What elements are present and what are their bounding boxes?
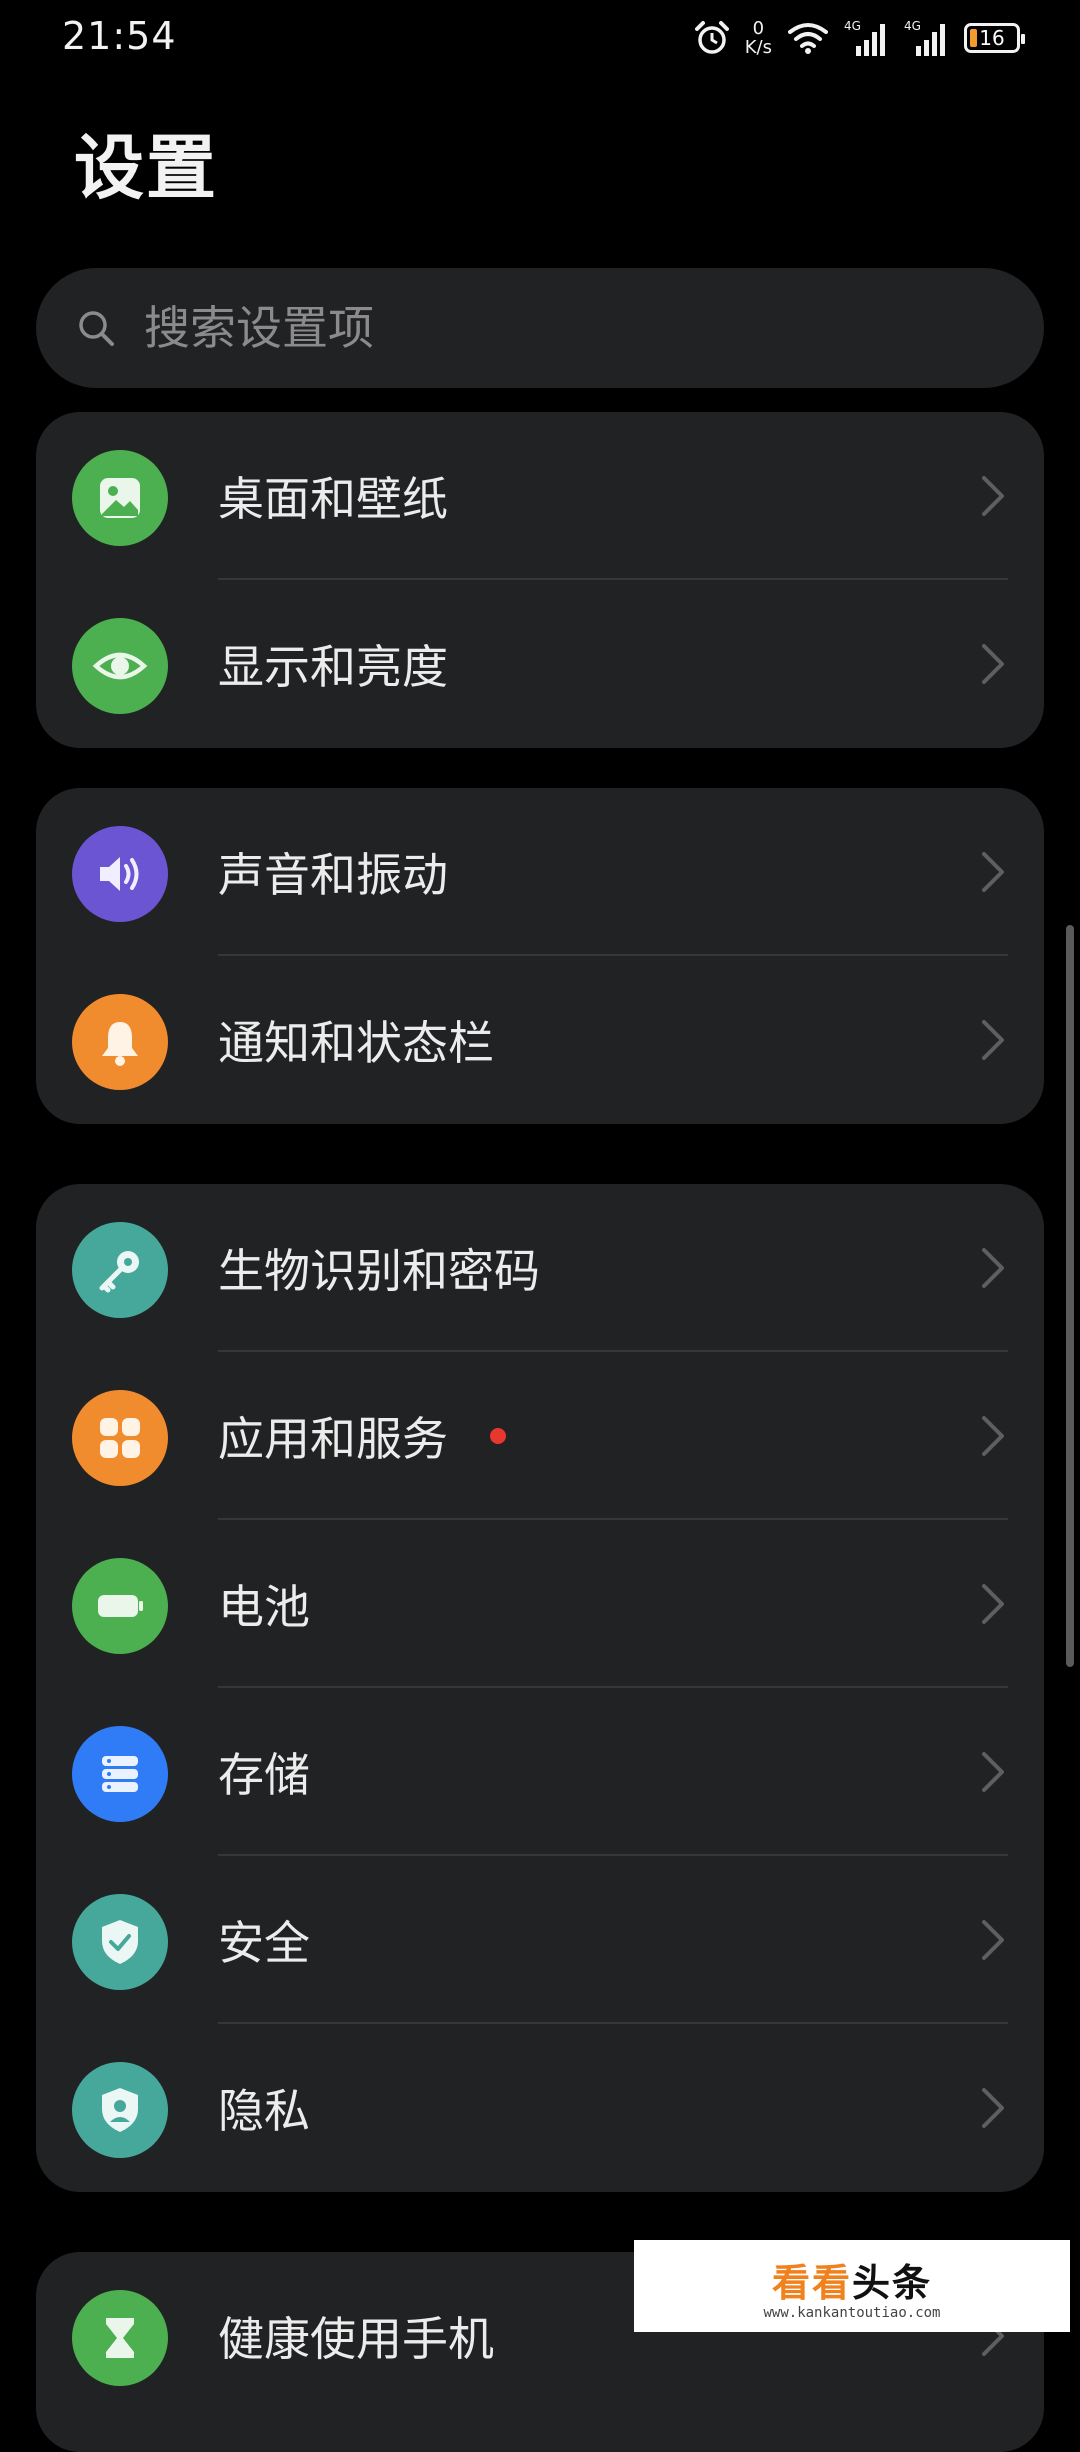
net-speed: 0 K/s	[745, 19, 772, 57]
settings-item-biometrics[interactable]: 生物识别和密码	[36, 1184, 1044, 1352]
scrollbar[interactable]	[1066, 925, 1074, 1667]
chevron-right-icon	[982, 476, 1004, 516]
notification-badge	[490, 1428, 506, 1444]
net-speed-value: 0	[752, 18, 765, 39]
settings-item-notifications[interactable]: 通知和状态栏	[36, 956, 1044, 1124]
watermark-title-b: 头条	[852, 2260, 933, 2305]
search-icon	[79, 311, 114, 346]
settings-item-battery[interactable]: 电池	[36, 1520, 1044, 1688]
alarm-icon	[694, 21, 729, 54]
chevron-right-icon	[982, 1416, 1004, 1456]
settings-item-label: 声音和振动	[218, 848, 448, 902]
search-input[interactable]	[142, 300, 946, 356]
hourglass-icon	[72, 2290, 168, 2386]
search-bar[interactable]	[36, 268, 1044, 388]
eye-icon	[72, 618, 168, 714]
apps-icon	[72, 1390, 168, 1486]
settings-item-label: 隐私	[218, 2084, 310, 2138]
shield-check-icon	[72, 1894, 168, 1990]
settings-item-label: 电池	[218, 1580, 310, 1634]
settings-item-label: 显示和亮度	[218, 640, 448, 694]
battery-icon	[72, 1558, 168, 1654]
settings-item-label: 存储	[218, 1748, 310, 1802]
chevron-right-icon	[982, 1752, 1004, 1792]
signal-icon-2: 4G	[904, 19, 945, 56]
battery-level: 16	[979, 26, 1005, 50]
settings-item-label: 安全	[218, 1916, 310, 1970]
chevron-right-icon	[982, 1584, 1004, 1624]
net-speed-unit: K/s	[744, 37, 772, 58]
chevron-right-icon	[982, 1920, 1004, 1960]
settings-item-security[interactable]: 安全	[36, 1856, 1044, 2024]
signal-icon: 4G	[844, 19, 885, 56]
chevron-right-icon	[982, 1248, 1004, 1288]
signal-network-type: 4G	[844, 19, 861, 33]
settings-item-wallpaper[interactable]: 桌面和壁纸	[36, 412, 1044, 580]
speaker-icon	[72, 826, 168, 922]
settings-item-display[interactable]: 显示和亮度	[36, 580, 1044, 748]
settings-group-notify: 声音和振动 通知和状态栏	[36, 788, 1044, 1124]
settings-item-label: 通知和状态栏	[218, 1016, 494, 1070]
signal-network-type-2: 4G	[904, 19, 921, 33]
chevron-right-icon	[982, 644, 1004, 684]
settings-item-label: 健康使用手机	[218, 2312, 494, 2366]
chevron-right-icon	[982, 1020, 1004, 1060]
wifi-icon	[788, 23, 828, 54]
watermark-logo: 看看头条 www.kankantoutiao.com	[634, 2240, 1070, 2332]
settings-group-display: 桌面和壁纸 显示和亮度	[36, 412, 1044, 748]
status-icons: 0 K/s 4G 4G 16	[693, 14, 1025, 62]
storage-icon	[72, 1726, 168, 1822]
watermark-title: 看看头条	[772, 2252, 932, 2307]
bell-icon	[72, 994, 168, 1090]
watermark-title-a: 看看	[771, 2260, 852, 2305]
chevron-right-icon	[982, 852, 1004, 892]
status-bar: 21:54 0 K/s 4G 4G 16	[0, 0, 1080, 78]
settings-item-label: 应用和服务	[218, 1412, 448, 1466]
key-icon	[72, 1222, 168, 1318]
status-time: 21:54	[62, 14, 177, 58]
watermark-url: www.kankantoutiao.com	[763, 2304, 941, 2321]
battery-indicator: 16	[964, 23, 1025, 53]
settings-item-label: 桌面和壁纸	[218, 472, 448, 526]
settings-item-storage[interactable]: 存储	[36, 1688, 1044, 1856]
settings-item-privacy[interactable]: 隐私	[36, 2024, 1044, 2192]
settings-item-label: 生物识别和密码	[218, 1244, 540, 1298]
settings-item-sound[interactable]: 声音和振动	[36, 788, 1044, 956]
page-title: 设置	[74, 127, 218, 209]
battery-level-fill	[970, 29, 977, 47]
chevron-right-icon	[982, 2088, 1004, 2128]
privacy-shield-icon	[72, 2062, 168, 2158]
wallpaper-icon	[72, 450, 168, 546]
settings-item-apps[interactable]: 应用和服务	[36, 1352, 1044, 1520]
settings-group-system: 生物识别和密码 应用和服务 电池 存储 安全 隐私	[36, 1184, 1044, 2192]
